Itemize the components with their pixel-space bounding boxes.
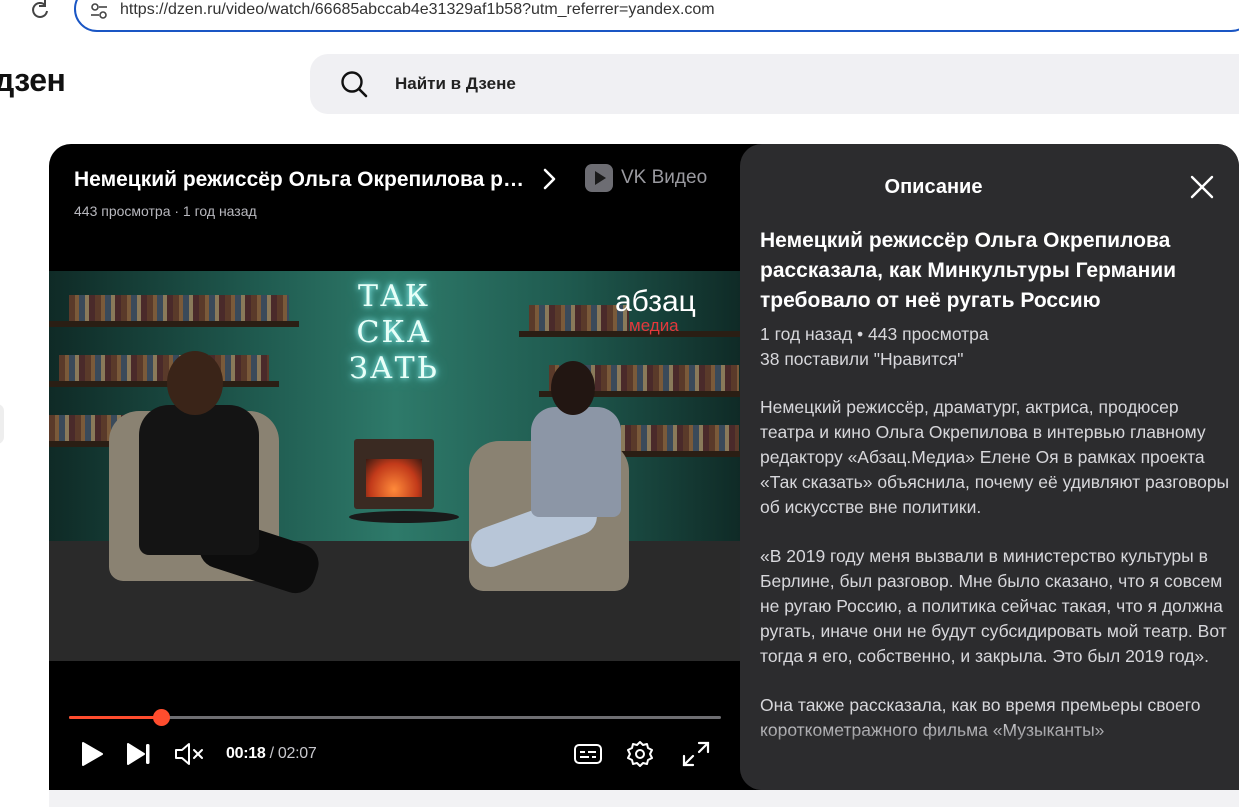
time-current: 00:18 (226, 745, 266, 762)
description-meta: 1 год назад • 443 просмотра 38 поставили… (760, 322, 989, 372)
video-meta: 443 просмотра · 1 год назад (74, 203, 257, 219)
search-input[interactable] (395, 74, 995, 94)
video-title[interactable]: Немецкий режиссёр Ольга Окрепилова расск… (74, 168, 529, 192)
host-figure (466, 361, 639, 641)
browser-toolbar: https://dzen.ru/video/watch/66685abccab4… (0, 0, 1239, 36)
platform-label: VK Видео (621, 167, 708, 188)
likes-count: 38 поставили "Нравится" (760, 349, 964, 369)
video-frame[interactable]: ТАК СКА ЗАТЬ абзац медиа (49, 271, 741, 661)
books (529, 305, 629, 331)
mute-button[interactable] (173, 740, 207, 768)
chevron-right-icon[interactable] (539, 166, 559, 192)
time-display: 00:18 / 02:07 (226, 745, 317, 763)
description-paragraph: «В 2019 году меня вызвали в министерство… (760, 546, 1227, 666)
dzen-logo[interactable]: дзен (0, 62, 66, 99)
abzac-media-watermark: абзац медиа (615, 285, 715, 335)
watermark-sub: медиа (629, 316, 679, 335)
bookshelf (49, 321, 299, 327)
fullscreen-button[interactable] (681, 740, 711, 768)
guest-figure (139, 351, 324, 621)
progress-fill (69, 716, 161, 719)
time-separator: / (265, 745, 278, 762)
time-total: 02:07 (277, 745, 317, 762)
neon-line: ТАК (358, 279, 430, 314)
progress-bar[interactable] (69, 709, 721, 726)
watermark-main: абзац (615, 285, 696, 318)
search-bar[interactable] (310, 54, 1239, 114)
description-body: Немецкий режиссёр, драматург, актриса, п… (760, 395, 1230, 767)
coffee-table (349, 511, 459, 523)
page-below-player (49, 790, 1239, 807)
neon-line: СКА (356, 315, 432, 350)
neon-line: ЗАТЬ (349, 351, 439, 386)
description-title: Немецкий режиссёр Ольга Окрепилова расск… (760, 229, 1177, 312)
description-paragraph: Немецкий режиссёр, драматург, актриса, п… (760, 397, 1230, 517)
progress-thumb[interactable] (153, 709, 170, 726)
close-icon[interactable] (1189, 174, 1215, 200)
fireplace (354, 439, 434, 509)
reload-icon[interactable] (30, 0, 52, 20)
vk-video-badge[interactable]: VK Видео (585, 164, 707, 192)
description-panel: Описание Немецкий режиссёр Ольга Окрепил… (740, 144, 1239, 790)
date-views: 1 год назад • 443 просмотра (760, 324, 989, 344)
books (69, 295, 289, 321)
site-settings-icon[interactable] (90, 2, 108, 20)
play-button[interactable] (79, 740, 105, 768)
subtitles-button[interactable] (573, 740, 603, 768)
vk-video-icon (585, 164, 613, 192)
settings-gear-icon[interactable] (625, 740, 655, 768)
url-text[interactable]: https://dzen.ru/video/watch/66685abccab4… (120, 1, 715, 19)
description-heading: Описание (884, 176, 983, 198)
search-icon[interactable] (340, 70, 368, 98)
sidebar-edge (0, 404, 4, 444)
scroll-fade (740, 720, 1239, 790)
next-button[interactable] (125, 740, 153, 768)
video-player[interactable]: Немецкий режиссёр Ольга Окрепилова расск… (49, 144, 1239, 790)
neon-sign: ТАК СКА ЗАТЬ (344, 279, 444, 387)
address-bar[interactable]: https://dzen.ru/video/watch/66685abccab4… (74, 0, 1239, 32)
